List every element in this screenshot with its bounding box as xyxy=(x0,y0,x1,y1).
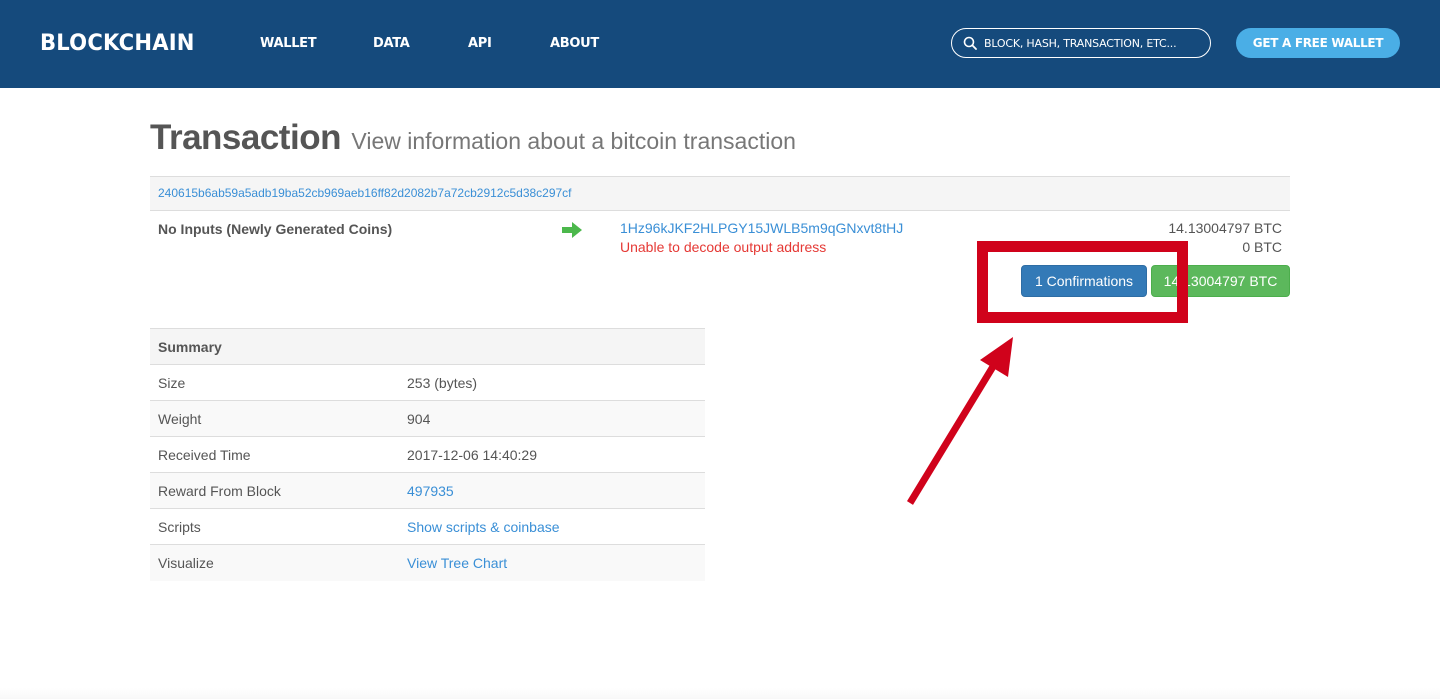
get-free-wallet-button[interactable]: GET A FREE WALLET xyxy=(1236,28,1400,58)
blockchain-logo[interactable]: BLOCKCHAIN xyxy=(40,31,195,56)
table-row: Scripts Show scripts & coinbase xyxy=(150,508,705,545)
summary-key-weight: Weight xyxy=(150,400,399,437)
inputs-label: No Inputs (Newly Generated Coins) xyxy=(158,221,393,237)
arrow-right-icon xyxy=(562,222,582,238)
summary-key-size: Size xyxy=(150,364,399,401)
page-title-main: Transaction xyxy=(150,118,341,157)
top-navbar: BLOCKCHAIN WALLET DATA API ABOUT GET A F… xyxy=(0,0,1440,88)
page-bottom-edge xyxy=(0,688,1440,699)
summary-table: Summary Size 253 (bytes) Weight 904 Rece… xyxy=(150,328,705,581)
summary-key-scripts: Scripts xyxy=(150,508,399,545)
output-address-link[interactable]: 1Hz96kJKF2HLPGY15JWLB5m9qGNxvt8tHJ xyxy=(620,220,903,236)
output-amount-1: 14.13004797 BTC xyxy=(1168,220,1282,236)
nav-api[interactable]: API xyxy=(468,36,492,51)
transaction-hash-link[interactable]: 240615b6ab59a5adb19ba52cb969aeb16ff82d20… xyxy=(158,186,572,200)
summary-key-reward-block: Reward From Block xyxy=(150,472,399,509)
search-box[interactable] xyxy=(951,28,1211,58)
summary-key-visualize: Visualize xyxy=(150,544,399,581)
summary-value-size: 253 (bytes) xyxy=(399,364,705,401)
summary-value-received-time: 2017-12-06 14:40:29 xyxy=(399,436,705,473)
show-scripts-link[interactable]: Show scripts & coinbase xyxy=(407,519,560,535)
summary-value-weight: 904 xyxy=(399,400,705,437)
confirmations-button[interactable]: 1 Confirmations xyxy=(1021,265,1147,297)
summary-header-row: Summary xyxy=(150,328,705,365)
nav-about[interactable]: ABOUT xyxy=(550,36,599,51)
table-row: Received Time 2017-12-06 14:40:29 xyxy=(150,436,705,473)
search-icon xyxy=(963,36,977,50)
nav-data[interactable]: DATA xyxy=(373,36,410,51)
total-amount-button[interactable]: 14.13004797 BTC xyxy=(1151,265,1290,297)
table-row: Reward From Block 497935 xyxy=(150,472,705,509)
summary-key-received-time: Received Time xyxy=(150,436,399,473)
transaction-hash-row: 240615b6ab59a5adb19ba52cb969aeb16ff82d20… xyxy=(150,176,1290,211)
page-title: Transaction View information about a bit… xyxy=(150,118,796,158)
table-row: Weight 904 xyxy=(150,400,705,437)
view-tree-chart-link[interactable]: View Tree Chart xyxy=(407,555,507,571)
reward-block-link[interactable]: 497935 xyxy=(407,483,454,499)
search-input[interactable] xyxy=(984,36,1194,50)
table-row: Size 253 (bytes) xyxy=(150,364,705,401)
output-decode-error: Unable to decode output address xyxy=(620,239,827,255)
table-row: Visualize View Tree Chart xyxy=(150,544,705,581)
summary-header: Summary xyxy=(150,328,705,365)
annotation-arrow-icon xyxy=(907,337,1013,505)
output-amount-2: 0 BTC xyxy=(1242,239,1282,255)
nav-wallet[interactable]: WALLET xyxy=(260,36,317,51)
page-subtitle: View information about a bitcoin transac… xyxy=(351,128,796,154)
